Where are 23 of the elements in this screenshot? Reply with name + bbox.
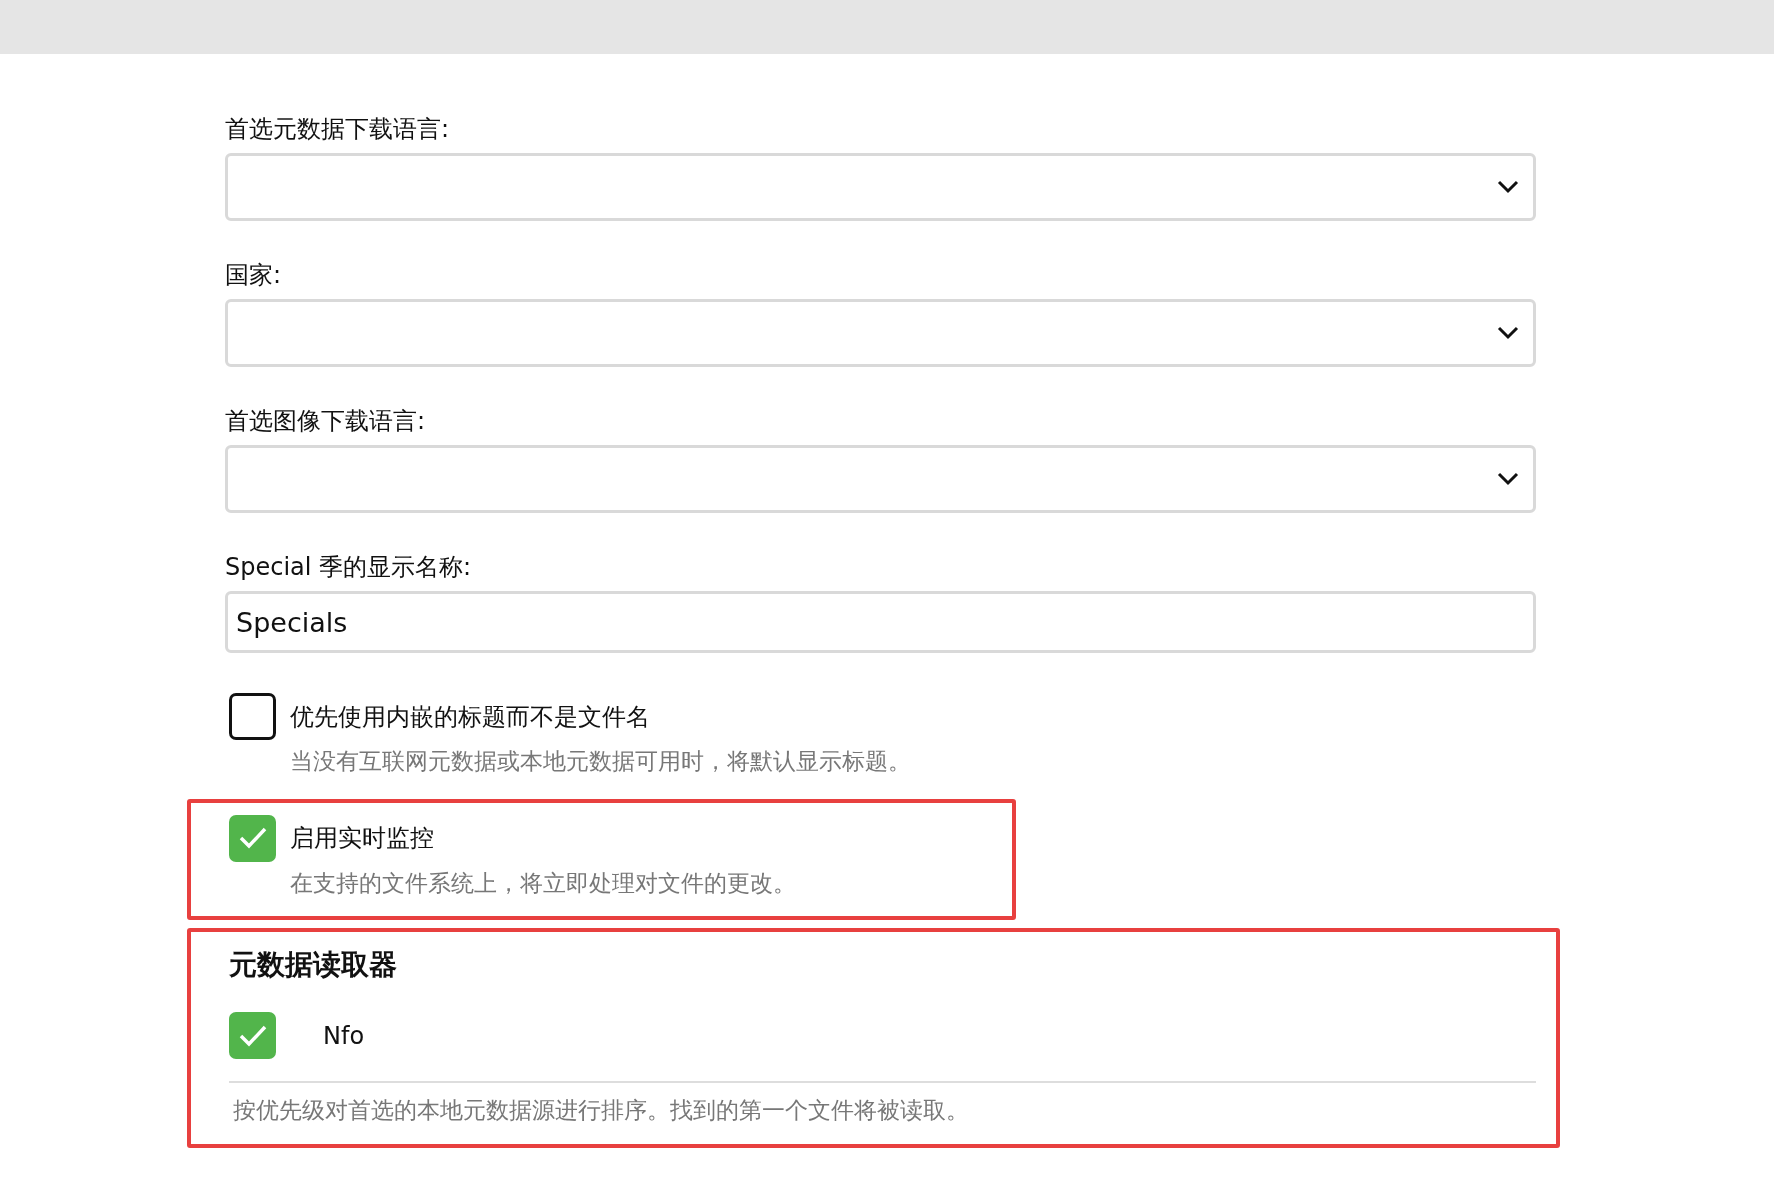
section-heading: 元数据读取器 bbox=[229, 947, 397, 983]
field-label: Special 季的显示名称: bbox=[225, 552, 472, 583]
option-description: 当没有互联网元数据或本地元数据可用时，将默认显示标题。 bbox=[290, 747, 911, 776]
checkbox[interactable] bbox=[229, 814, 276, 862]
chevron-down-icon bbox=[1497, 326, 1519, 340]
field-label: 国家: bbox=[225, 260, 282, 291]
checkbox[interactable] bbox=[229, 693, 276, 740]
reader-label: Nfo bbox=[323, 1020, 365, 1052]
input-field[interactable]: Specials bbox=[225, 591, 1536, 653]
checkbox-label: 优先使用内嵌的标题而不是文件名 bbox=[290, 701, 650, 733]
check-icon bbox=[237, 826, 268, 850]
option-description: 在支持的文件系统上，将立即处理对文件的更改。 bbox=[290, 868, 796, 898]
chevron-down-icon bbox=[1497, 472, 1519, 486]
chevron-down-icon bbox=[1497, 180, 1519, 194]
dropdown[interactable] bbox=[225, 445, 1536, 513]
dropdown[interactable] bbox=[225, 299, 1536, 367]
field-label: 首选元数据下载语言: bbox=[225, 114, 450, 145]
field-label: 首选图像下载语言: bbox=[225, 406, 426, 437]
check-icon bbox=[237, 1023, 268, 1048]
reader-description: 按优先级对首选的本地元数据源进行排序。找到的第一个文件将被读取。 bbox=[233, 1097, 969, 1123]
dropdown[interactable] bbox=[225, 153, 1536, 221]
checkbox-label: 启用实时监控 bbox=[290, 823, 434, 854]
checkbox[interactable] bbox=[229, 1012, 276, 1059]
